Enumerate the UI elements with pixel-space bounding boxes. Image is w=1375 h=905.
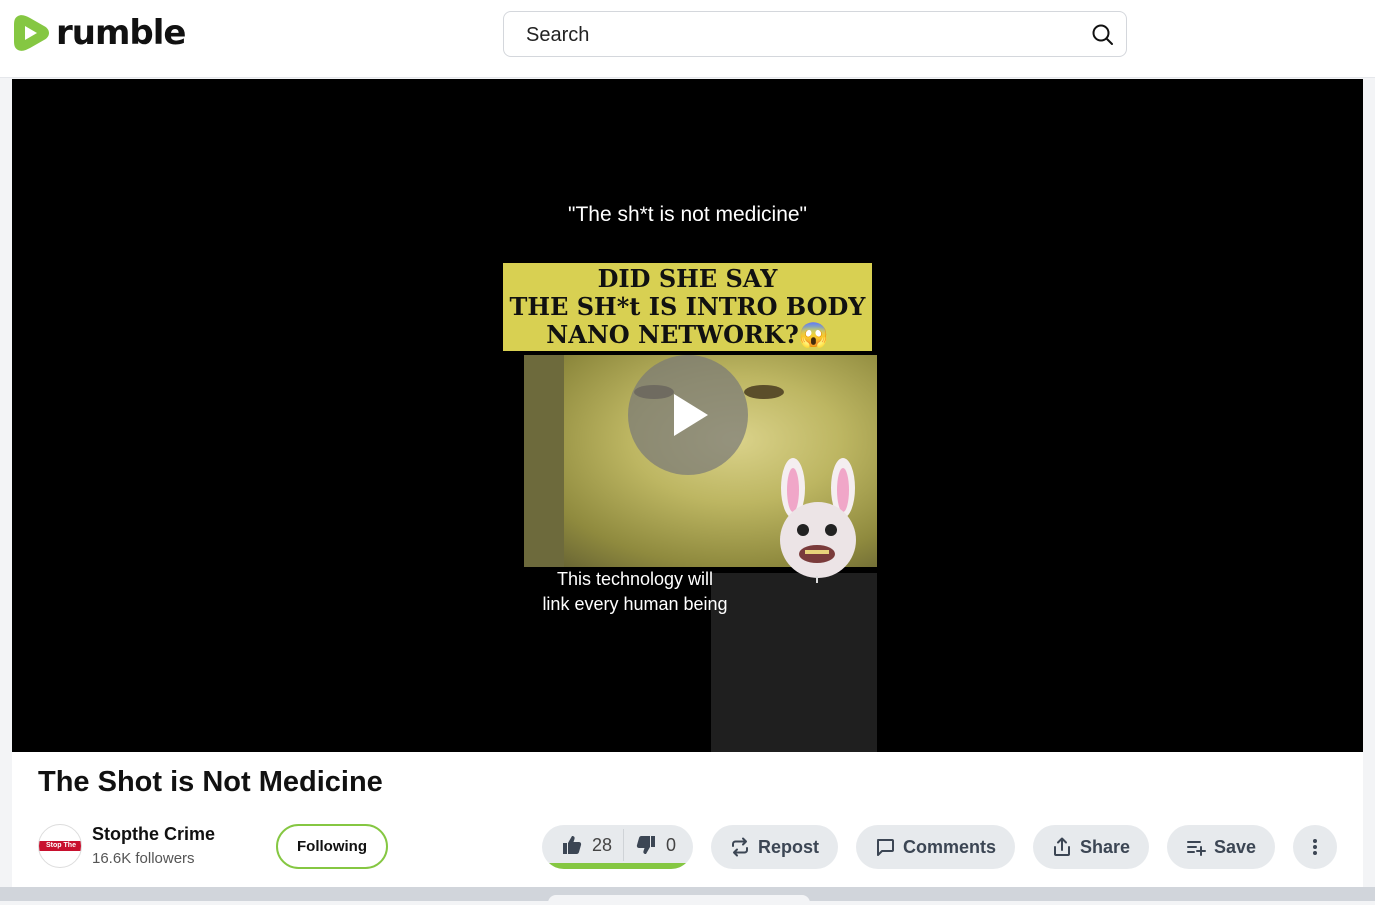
repost-button[interactable]: Repost — [711, 825, 838, 869]
rumble-logo[interactable]: rumble — [12, 12, 186, 54]
dislike-count: 0 — [666, 834, 677, 855]
thumbnail-banner: DID SHE SAY THE SH*t IS INTRO BODY NANO … — [503, 263, 872, 351]
repost-icon — [731, 837, 748, 857]
like-count: 28 — [592, 834, 613, 855]
bunny-mask-image — [780, 458, 856, 583]
vote-group: 28 0 — [542, 825, 693, 869]
video-top-caption: "The sh*t is not medicine" — [567, 203, 808, 226]
channel-name-link[interactable]: Stopthe Crime — [92, 824, 215, 845]
repost-label: Repost — [757, 836, 819, 857]
video-page-content: "The sh*t is not medicine" DID SHE SAY T… — [12, 79, 1363, 889]
thumbs-down-icon — [636, 836, 655, 854]
page-bottom-edge — [0, 887, 1375, 905]
share-label: Share — [1079, 836, 1131, 857]
share-button[interactable]: Share — [1033, 825, 1149, 869]
thumbnail-subcaption: This technology will link every human be… — [520, 567, 750, 617]
share-icon — [1053, 837, 1070, 856]
subcaption-line: link every human being — [542, 594, 728, 614]
search-bar — [503, 11, 1127, 57]
follower-count: 16.6K followers — [92, 850, 195, 867]
top-header: rumble — [0, 0, 1375, 78]
kebab-menu-icon — [1313, 839, 1317, 855]
search-input[interactable] — [524, 21, 1068, 49]
play-button[interactable] — [628, 355, 748, 475]
channel-avatar[interactable]: Stop The Crime — [38, 824, 82, 868]
rumble-logo-icon — [14, 15, 49, 51]
more-options-button[interactable] — [1293, 825, 1337, 869]
like-ratio-bar — [542, 863, 693, 869]
banner-line: DID SHE SAY — [597, 264, 778, 293]
avatar-logo-text: Stop The Crime — [46, 842, 76, 861]
dislike-button[interactable]: 0 — [624, 825, 693, 865]
video-player[interactable]: "The sh*t is not medicine" DID SHE SAY T… — [12, 79, 1363, 752]
search-icon — [1092, 24, 1113, 45]
following-button[interactable]: Following — [276, 824, 388, 869]
video-title: The Shot is Not Medicine — [38, 766, 383, 798]
subcaption-line: This technology will — [556, 569, 714, 589]
comments-label: Comments — [902, 836, 996, 857]
thumbs-up-icon — [563, 836, 582, 854]
search-button[interactable] — [1090, 22, 1116, 48]
logo-wordmark: rumble — [56, 13, 186, 53]
banner-line: THE SH*t IS INTRO BODY — [509, 292, 866, 321]
save-label: Save — [1213, 836, 1257, 857]
banner-line: NANO NETWORK?😱 — [546, 320, 829, 349]
comments-button[interactable]: Comments — [856, 825, 1015, 869]
playlist-add-icon — [1186, 841, 1206, 856]
comment-icon — [876, 839, 894, 856]
video-thumbnail: DID SHE SAY THE SH*t IS INTRO BODY NANO … — [500, 263, 877, 752]
like-button[interactable]: 28 — [542, 825, 623, 865]
play-icon — [674, 394, 708, 436]
save-button[interactable]: Save — [1167, 825, 1275, 869]
